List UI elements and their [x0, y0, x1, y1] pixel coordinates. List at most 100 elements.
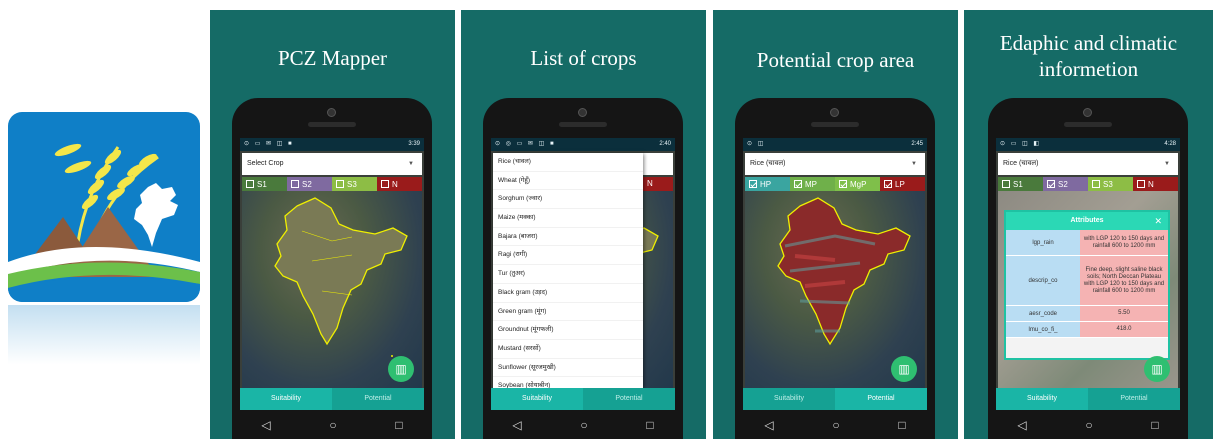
- map-icon: ▥: [1151, 362, 1163, 376]
- tab-potential[interactable]: Potential: [1088, 388, 1180, 410]
- phone-frame: ⊙ ▭ ✉ ◫ ■ 3:39 Select Crop ▼ S1 S2 S3 N: [232, 98, 432, 439]
- legend-bar: S1 S2 S3 N: [998, 177, 1178, 191]
- panel-title: PCZ Mapper: [277, 46, 388, 70]
- map-layers-button[interactable]: ▥: [388, 356, 414, 382]
- legend-s2[interactable]: S2: [287, 177, 332, 191]
- list-item[interactable]: Tur (तुअर): [493, 265, 643, 284]
- map-icon: ▥: [395, 362, 407, 376]
- status-bar: ⊙ ◎ ▭ ✉ ◫ ■ 2:40: [491, 138, 675, 151]
- checkbox-checked-icon: [749, 180, 757, 188]
- status-bar: ⊙ ◫ 2:45: [743, 138, 927, 151]
- legend-n[interactable]: N: [643, 177, 673, 191]
- legend-bar: S1 S2 S3 N: [242, 177, 422, 191]
- legend-n[interactable]: N: [377, 177, 422, 191]
- legend-mp[interactable]: MP: [790, 177, 835, 191]
- list-item[interactable]: Sorghum (ज्वार): [493, 190, 643, 210]
- home-icon[interactable]: ○: [1085, 418, 1092, 432]
- attribute-key: descrip_co: [1006, 256, 1080, 305]
- crop-select-value: Rice (चावल): [750, 160, 786, 167]
- home-icon[interactable]: ○: [329, 418, 336, 432]
- list-item[interactable]: Mustard (सरसों): [493, 340, 643, 359]
- attribute-value: Fine deep, slight saline black soils; No…: [1080, 256, 1168, 305]
- attribute-key: lgp_rain: [1006, 230, 1080, 255]
- crop-select[interactable]: Rice (चावल) ▼: [998, 153, 1178, 175]
- table-row: descrip_co Fine deep, slight saline blac…: [1006, 256, 1168, 306]
- list-item[interactable]: Green gram (मूंग): [493, 303, 643, 322]
- legend-hp[interactable]: HP: [745, 177, 790, 191]
- phone-screen: ⊙ ▭ ✉ ◫ ■ 3:39 Select Crop ▼ S1 S2 S3 N: [240, 138, 424, 410]
- screenshot-panel-edaphic-climatic: Edaphic and climatic informetion ⊙ ▭ ◫ ◧…: [964, 10, 1213, 439]
- tab-potential[interactable]: Potential: [332, 388, 424, 410]
- phone-screen: ⊙ ◫ 2:45 Rice (चावल) ▼ HP MP MgP LP ▥ Su…: [743, 138, 927, 410]
- crop-dropdown-list: Rice (चावल) Wheat (गेहूँ) Sorghum (ज्वार…: [493, 153, 643, 388]
- legend-lp[interactable]: LP: [880, 177, 925, 191]
- camera-icon: [578, 108, 587, 117]
- list-item[interactable]: Black gram (उड़द): [493, 284, 643, 303]
- map-layers-button[interactable]: ▥: [891, 356, 917, 382]
- legend-bar: HP MP MgP LP: [745, 177, 925, 191]
- attribute-value: 418.0: [1080, 322, 1168, 337]
- table-row: lgp_rain with LGP 120 to 150 days and ra…: [1006, 230, 1168, 256]
- legend-s1[interactable]: S1: [242, 177, 287, 191]
- crop-select[interactable]: Select Crop ▼: [242, 153, 422, 175]
- phone-frame: ⊙ ◫ 2:45 Rice (चावल) ▼ HP MP MgP LP ▥ Su…: [735, 98, 935, 439]
- checkbox-icon: [246, 180, 254, 188]
- list-item[interactable]: Ragi (रागी): [493, 246, 643, 266]
- checkbox-checked-icon: [884, 180, 892, 188]
- checkbox-checked-icon: [1047, 180, 1055, 188]
- app-logo-icon: [8, 112, 200, 302]
- screenshot-panel-list-of-crops: List of crops ⊙ ◎ ▭ ✉ ◫ ■ 2:40 N Rice (च…: [461, 10, 706, 439]
- home-icon[interactable]: ○: [832, 418, 839, 432]
- dropdown-caret-icon: ▼: [408, 161, 414, 167]
- tab-potential[interactable]: Potential: [583, 388, 675, 410]
- back-icon[interactable]: ◁: [764, 418, 773, 432]
- legend-mgp[interactable]: MgP: [835, 177, 880, 191]
- close-icon[interactable]: ✕: [1154, 212, 1162, 230]
- list-item[interactable]: Maize (मक्का): [493, 209, 643, 228]
- tab-suitability[interactable]: Suitability: [491, 388, 583, 410]
- crop-select[interactable]: Rice (चावल) ▼: [745, 153, 925, 175]
- legend-s3[interactable]: S3: [332, 177, 377, 191]
- crop-select-value: Rice (चावल): [1003, 160, 1039, 167]
- list-item[interactable]: Soybean (सोयाबीन): [493, 377, 643, 388]
- back-icon[interactable]: ◁: [1017, 418, 1026, 432]
- map-layers-button[interactable]: ▥: [1144, 356, 1170, 382]
- app-logo-reflection: [8, 305, 200, 375]
- panel-title: Potential crop area: [756, 48, 915, 72]
- back-icon[interactable]: ◁: [512, 418, 521, 432]
- tab-suitability[interactable]: Suitability: [743, 388, 835, 410]
- legend-n[interactable]: N: [1133, 177, 1178, 191]
- list-item[interactable]: Bajara (बाजरा): [493, 228, 643, 247]
- bottom-tabs: Suitability Potential: [996, 388, 1180, 410]
- speaker-grille: [811, 122, 859, 127]
- tab-suitability[interactable]: Suitability: [240, 388, 332, 410]
- recents-icon[interactable]: □: [646, 418, 653, 432]
- crop-select-value: Select Crop: [247, 160, 284, 167]
- recents-icon[interactable]: □: [898, 418, 905, 432]
- legend-s3[interactable]: S3: [1088, 177, 1133, 191]
- legend-s2[interactable]: S2: [1043, 177, 1088, 191]
- attribute-key: aesr_code: [1006, 306, 1080, 321]
- notification-icons: ⊙ ▭ ◫ ◧: [1000, 141, 1042, 147]
- attributes-header: Attributes ✕: [1006, 212, 1168, 230]
- list-item[interactable]: Sunflower (सूरजमुखी): [493, 359, 643, 378]
- recents-icon[interactable]: □: [1151, 418, 1158, 432]
- list-item[interactable]: Rice (चावल): [493, 153, 643, 172]
- recents-icon[interactable]: □: [395, 418, 402, 432]
- status-bar: ⊙ ▭ ◫ ◧ 4:28: [996, 138, 1180, 151]
- list-item[interactable]: Groundnut (मूंगफली): [493, 321, 643, 340]
- back-icon[interactable]: ◁: [261, 418, 270, 432]
- camera-icon: [830, 108, 839, 117]
- status-time: 2:45: [911, 141, 923, 147]
- crop-select[interactable]: [643, 153, 673, 175]
- legend-s1[interactable]: S1: [998, 177, 1043, 191]
- checkbox-icon: [336, 180, 344, 188]
- status-time: 2:40: [659, 141, 671, 147]
- home-icon[interactable]: ○: [580, 418, 587, 432]
- list-item[interactable]: Wheat (गेहूँ): [493, 172, 643, 191]
- tab-suitability[interactable]: Suitability: [996, 388, 1088, 410]
- tab-potential[interactable]: Potential: [835, 388, 927, 410]
- checkbox-icon: [291, 180, 299, 188]
- checkbox-checked-icon: [839, 180, 847, 188]
- checkbox-icon: [381, 180, 389, 188]
